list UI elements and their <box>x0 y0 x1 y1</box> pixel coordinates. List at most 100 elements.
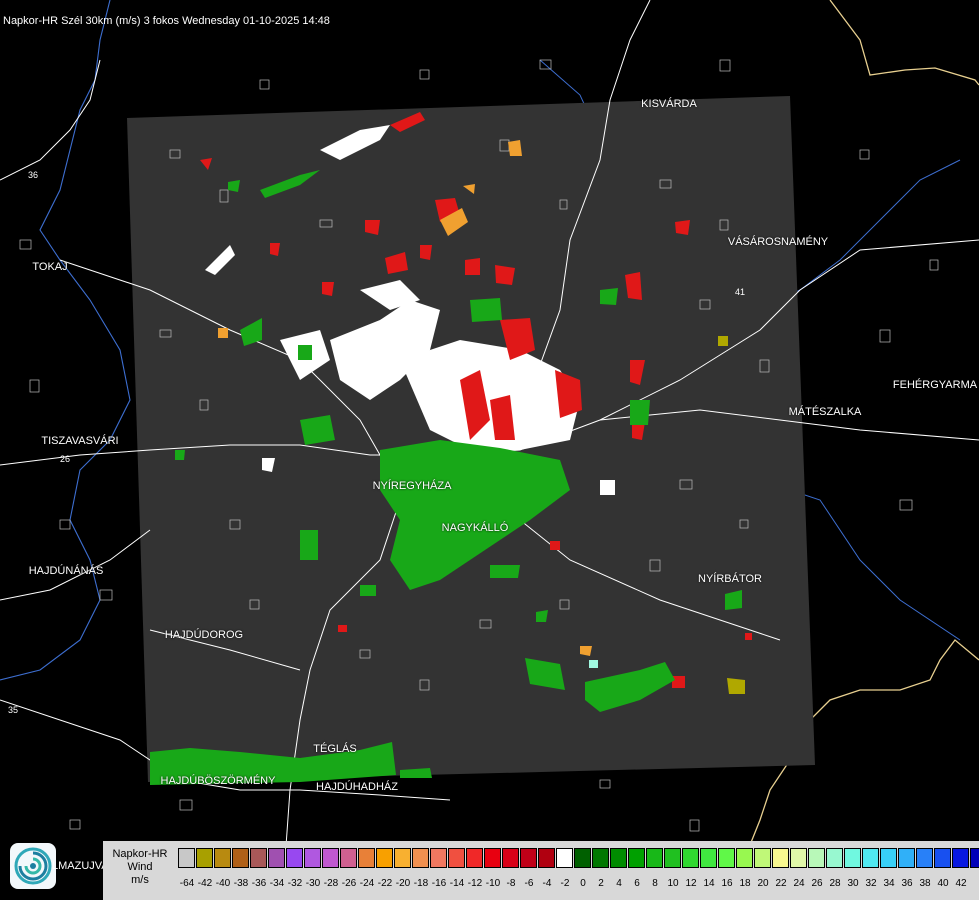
legend-swatch <box>484 848 501 868</box>
legend-title-line1: Napkor-HR <box>112 848 168 860</box>
legend-swatch <box>862 848 879 868</box>
legend-swatch <box>286 848 303 868</box>
city-label-hajduhadhaz: HAJDÚHADHÁZ <box>316 781 398 793</box>
city-label-hajduboszormeny: HAJDÚBÖSZÖRMÉNY <box>160 775 276 787</box>
legend-tick-label: 20 <box>757 878 769 889</box>
legend-tick-label: 30 <box>847 878 859 889</box>
road-number-26: 26 <box>60 454 70 464</box>
legend-swatch <box>538 848 555 868</box>
legend-swatch <box>898 848 915 868</box>
legend-swatch <box>502 848 519 868</box>
legend-tick-label: -34 <box>269 878 285 889</box>
legend-tick-label: -12 <box>467 878 483 889</box>
legend-swatch <box>808 848 825 868</box>
legend-swatch <box>430 848 447 868</box>
city-label-fehergyarmat: FEHÉRGYARMA <box>892 379 978 391</box>
legend-tick-label: 26 <box>811 878 823 889</box>
legend-swatch <box>664 848 681 868</box>
city-label-tokaj: TOKAJ <box>32 261 68 273</box>
radar-echo-cyan <box>589 660 598 668</box>
legend-tick-label: 32 <box>865 878 877 889</box>
radar-map: 36 26 35 41 <box>0 0 979 861</box>
page-title: Napkor-HR Szél 30km (m/s) 3 fokos Wednes… <box>3 15 330 27</box>
legend-tick-label: 28 <box>829 878 841 889</box>
city-label-teglas: TÉGLÁS <box>313 743 357 755</box>
city-label-hajdudorog: HAJDÚDOROG <box>164 629 244 641</box>
legend-swatch <box>214 848 231 868</box>
legend-tick-label: 0 <box>580 878 586 889</box>
legend-tick-label: -36 <box>251 878 267 889</box>
road-number-36: 36 <box>28 170 38 180</box>
legend-swatch <box>916 848 933 868</box>
legend-title-line2: Wind <box>127 861 153 873</box>
legend-swatch <box>844 848 861 868</box>
legend-tick-label: -28 <box>323 878 339 889</box>
legend-swatch <box>250 848 267 868</box>
legend-tick-label: 42 <box>955 878 967 889</box>
city-label-mateszalka: MÁTÉSZALKA <box>788 406 862 418</box>
legend-tick-label: -64 <box>179 878 195 889</box>
legend-tick-label: -26 <box>341 878 357 889</box>
city-label-nagykallo: NAGYKÁLLÓ <box>441 522 509 534</box>
legend-swatch <box>592 848 609 868</box>
legend-swatch <box>520 848 537 868</box>
road-number-35: 35 <box>8 705 18 715</box>
legend-swatch <box>340 848 357 868</box>
legend-tick-label: -32 <box>287 878 303 889</box>
legend-tick-label: -24 <box>359 878 375 889</box>
legend-swatch <box>736 848 753 868</box>
legend-swatch <box>574 848 591 868</box>
radar-map-view: 36 26 35 41 Napkor-HR Szél 30km (m/s) 3 … <box>0 0 979 900</box>
legend-tick-label: 14 <box>703 878 715 889</box>
legend-tick-label: -18 <box>413 878 429 889</box>
legend-swatch <box>178 848 195 868</box>
road-number-41: 41 <box>735 287 745 297</box>
legend-title-line3: m/s <box>131 874 149 886</box>
legend-tick-label: -14 <box>449 878 465 889</box>
legend-tick-label: -38 <box>233 878 249 889</box>
legend-swatch <box>610 848 627 868</box>
legend-tick-label: 6 <box>634 878 640 889</box>
legend-swatch <box>232 848 249 868</box>
legend-swatch <box>628 848 645 868</box>
legend-tick-label: -16 <box>431 878 447 889</box>
legend-tick-label: 18 <box>739 878 751 889</box>
legend-tick-label: 2 <box>598 878 604 889</box>
legend-color-scale <box>178 848 979 868</box>
legend-swatch <box>826 848 843 868</box>
legend-tick-label: 38 <box>919 878 931 889</box>
legend-swatch <box>700 848 717 868</box>
legend-swatch <box>682 848 699 868</box>
city-label-nyiregyhaza: NYÍREGYHÁZA <box>372 480 452 492</box>
legend-tick-label: -8 <box>506 878 516 889</box>
legend-swatch <box>466 848 483 868</box>
legend-swatch <box>718 848 735 868</box>
legend-tick-label: -42 <box>197 878 213 889</box>
swirl-logo-icon <box>10 843 56 889</box>
legend-swatch <box>304 848 321 868</box>
legend-tick-label: -2 <box>560 878 570 889</box>
legend-tick-label: 36 <box>901 878 913 889</box>
legend-tick-label: 12 <box>685 878 697 889</box>
legend-tick-label: -4 <box>542 878 552 889</box>
legend-tick-label: -10 <box>485 878 501 889</box>
legend-swatch <box>358 848 375 868</box>
legend-tick-label: 10 <box>667 878 679 889</box>
river-tisza <box>0 0 131 681</box>
city-label-kisvarda: KISVÁRDA <box>641 98 697 110</box>
legend-swatch <box>196 848 213 868</box>
legend-tick-label: -6 <box>524 878 534 889</box>
legend-swatch <box>772 848 789 868</box>
legend-tick-label: -30 <box>305 878 321 889</box>
legend-swatch <box>934 848 951 868</box>
city-label-vasarosnameny: VÁSÁROSNAMÉNY <box>727 236 829 248</box>
legend-swatch <box>970 848 979 868</box>
legend-tick-label: -20 <box>395 878 411 889</box>
legend-tick-label: 24 <box>793 878 805 889</box>
legend-tick-label: 8 <box>652 878 658 889</box>
legend-swatch <box>448 848 465 868</box>
legend-swatch <box>790 848 807 868</box>
legend-swatch <box>880 848 897 868</box>
legend-swatch <box>394 848 411 868</box>
legend-swatch <box>268 848 285 868</box>
